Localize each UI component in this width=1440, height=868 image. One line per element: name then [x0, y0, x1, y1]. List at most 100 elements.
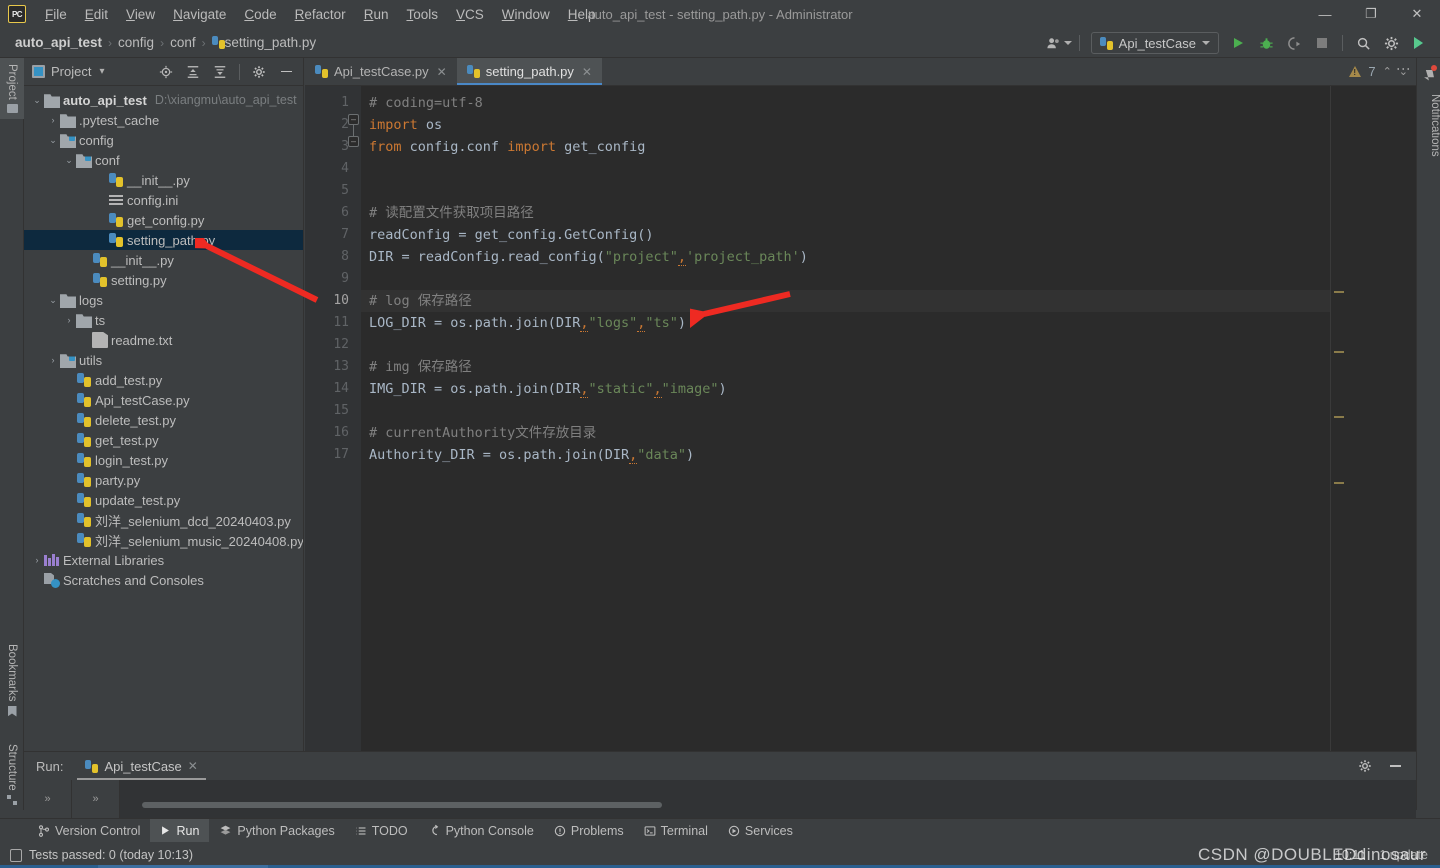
tree-item[interactable]: readme.txt: [24, 330, 303, 350]
sidebar-item-project[interactable]: Project: [0, 58, 24, 119]
run-settings-button[interactable]: [1352, 754, 1378, 778]
tree-item[interactable]: __init__.py: [24, 170, 303, 190]
code-line-5[interactable]: [361, 180, 1330, 202]
warning-marker[interactable]: [1334, 351, 1344, 353]
code-line-16[interactable]: # currentAuthority文件存放目录: [361, 422, 1330, 444]
tree-item[interactable]: update_test.py: [24, 490, 303, 510]
code-line-15[interactable]: [361, 400, 1330, 422]
tree-item-selected[interactable]: setting_path.py: [24, 230, 303, 250]
close-icon[interactable]: ✕: [582, 65, 592, 79]
warning-marker[interactable]: [1334, 416, 1344, 418]
ide-update-icon[interactable]: [1406, 31, 1432, 55]
code-line-11[interactable]: LOG_DIR = os.path.join(DIR,"logs","ts"): [361, 312, 1330, 334]
bottom-tool-todo[interactable]: TODO: [345, 819, 418, 843]
editor-options-button[interactable]: ⋮: [1400, 62, 1408, 79]
close-icon[interactable]: ✕: [437, 65, 447, 79]
tree-item[interactable]: get_test.py: [24, 430, 303, 450]
project-settings-button[interactable]: [246, 60, 272, 84]
code-editor[interactable]: – – 1234567891011121314151617 # coding=u…: [305, 86, 1416, 751]
menu-item-run[interactable]: Run: [355, 4, 398, 25]
settings-button[interactable]: [1378, 31, 1404, 55]
code-line-17[interactable]: Authority_DIR = os.path.join(DIR,"data"): [361, 444, 1330, 466]
menu-item-file[interactable]: File: [36, 4, 76, 25]
close-icon[interactable]: ✕: [188, 759, 198, 773]
warning-marker[interactable]: [1334, 291, 1344, 293]
code-line-6[interactable]: # 读配置文件获取项目路径: [361, 202, 1330, 224]
menu-item-code[interactable]: Code: [235, 4, 285, 25]
chevron-down-icon[interactable]: ⌄: [46, 130, 60, 150]
previous-problem-icon[interactable]: ⌃: [1383, 65, 1392, 78]
editor-tab-setting_path-py[interactable]: setting_path.py✕: [457, 58, 602, 85]
fold-marker-import[interactable]: –: [348, 114, 359, 125]
close-button[interactable]: ✕: [1394, 0, 1440, 28]
marker-bar[interactable]: [1330, 86, 1344, 751]
stop-button[interactable]: [1309, 31, 1335, 55]
code-line-10[interactable]: # log 保存路径: [361, 290, 1330, 312]
code-line-7[interactable]: readConfig = get_config.GetConfig(): [361, 224, 1330, 246]
run-expand-button-1[interactable]: »: [24, 780, 72, 818]
menu-item-vcs[interactable]: VCS: [447, 4, 493, 25]
tree-item[interactable]: ⌄config: [24, 130, 303, 150]
chevron-down-icon[interactable]: ⌄: [30, 90, 44, 110]
hide-run-window-button[interactable]: [1382, 754, 1408, 778]
tree-item[interactable]: ⌄conf: [24, 150, 303, 170]
code-line-9[interactable]: [361, 268, 1330, 290]
bottom-tool-python-console[interactable]: Python Console: [418, 819, 544, 843]
code-line-4[interactable]: [361, 158, 1330, 180]
menu-item-help[interactable]: Help: [559, 4, 605, 25]
notifications-label[interactable]: Notifications: [1417, 94, 1440, 157]
bottom-tool-version-control[interactable]: Version Control: [28, 819, 150, 843]
run-button[interactable]: [1225, 31, 1251, 55]
search-everywhere-button[interactable]: [1350, 31, 1376, 55]
tree-item[interactable]: ›.pytest_cache: [24, 110, 303, 130]
tree-item[interactable]: ⌄logs: [24, 290, 303, 310]
breadcrumb-item-1[interactable]: config: [115, 34, 157, 51]
breadcrumb-item-3[interactable]: setting_path.py: [209, 34, 320, 51]
tree-item[interactable]: add_test.py: [24, 370, 303, 390]
bottom-tool-python-packages[interactable]: Python Packages: [209, 819, 344, 843]
warning-marker[interactable]: [1334, 482, 1344, 484]
bottom-tool-services[interactable]: Services: [718, 819, 803, 843]
bottom-tool-problems[interactable]: Problems: [544, 819, 634, 843]
minimize-button[interactable]: —: [1302, 0, 1348, 28]
code-line-2[interactable]: import os: [361, 114, 1330, 136]
notifications-button[interactable]: [1417, 62, 1440, 88]
chevron-down-icon[interactable]: ▾: [99, 66, 104, 77]
code-line-3[interactable]: from config.conf import get_config: [361, 136, 1330, 158]
tree-item[interactable]: ›utils: [24, 350, 303, 370]
tree-item[interactable]: get_config.py: [24, 210, 303, 230]
fold-marker-from[interactable]: –: [348, 136, 359, 147]
breadcrumb-item-0[interactable]: auto_api_test: [12, 34, 105, 51]
tree-item[interactable]: delete_test.py: [24, 410, 303, 430]
breadcrumb-item-2[interactable]: conf: [167, 34, 199, 51]
bottom-tool-terminal[interactable]: Terminal: [634, 819, 718, 843]
maximize-button[interactable]: ❐: [1348, 0, 1394, 28]
run-with-coverage-button[interactable]: [1281, 31, 1307, 55]
debug-button[interactable]: [1253, 31, 1279, 55]
chevron-down-icon[interactable]: ⌄: [46, 290, 60, 310]
menu-item-refactor[interactable]: Refactor: [286, 4, 355, 25]
status-update[interactable]: 1 update: [1379, 848, 1428, 862]
run-tab-api-testcase[interactable]: Api_testCase ✕: [77, 752, 205, 780]
chevron-right-icon[interactable]: ›: [46, 110, 60, 130]
menu-item-edit[interactable]: Edit: [76, 4, 117, 25]
editor-tab-Api_testCase-py[interactable]: Api_testCase.py✕: [305, 58, 457, 85]
menu-item-window[interactable]: Window: [493, 4, 559, 25]
locate-file-button[interactable]: [153, 60, 179, 84]
code-line-1[interactable]: # coding=utf-8: [361, 92, 1330, 114]
chevron-down-icon[interactable]: ⌄: [62, 150, 76, 170]
tree-item[interactable]: config.ini: [24, 190, 303, 210]
tree-item[interactable]: ›External Libraries: [24, 550, 303, 570]
tree-item[interactable]: Scratches and Consoles: [24, 570, 303, 590]
run-configuration-selector[interactable]: Api_testCase: [1091, 32, 1219, 54]
menu-item-tools[interactable]: Tools: [397, 4, 447, 25]
tree-item[interactable]: party.py: [24, 470, 303, 490]
tree-item[interactable]: setting.py: [24, 270, 303, 290]
tree-item[interactable]: __init__.py: [24, 250, 303, 270]
run-expand-button-2[interactable]: »: [72, 780, 120, 818]
chevron-right-icon[interactable]: ›: [30, 550, 44, 570]
sidebar-item-bookmarks[interactable]: Bookmarks: [0, 638, 24, 723]
horizontal-scrollbar[interactable]: [142, 802, 662, 808]
code-line-13[interactable]: # img 保存路径: [361, 356, 1330, 378]
menu-item-view[interactable]: View: [117, 4, 164, 25]
